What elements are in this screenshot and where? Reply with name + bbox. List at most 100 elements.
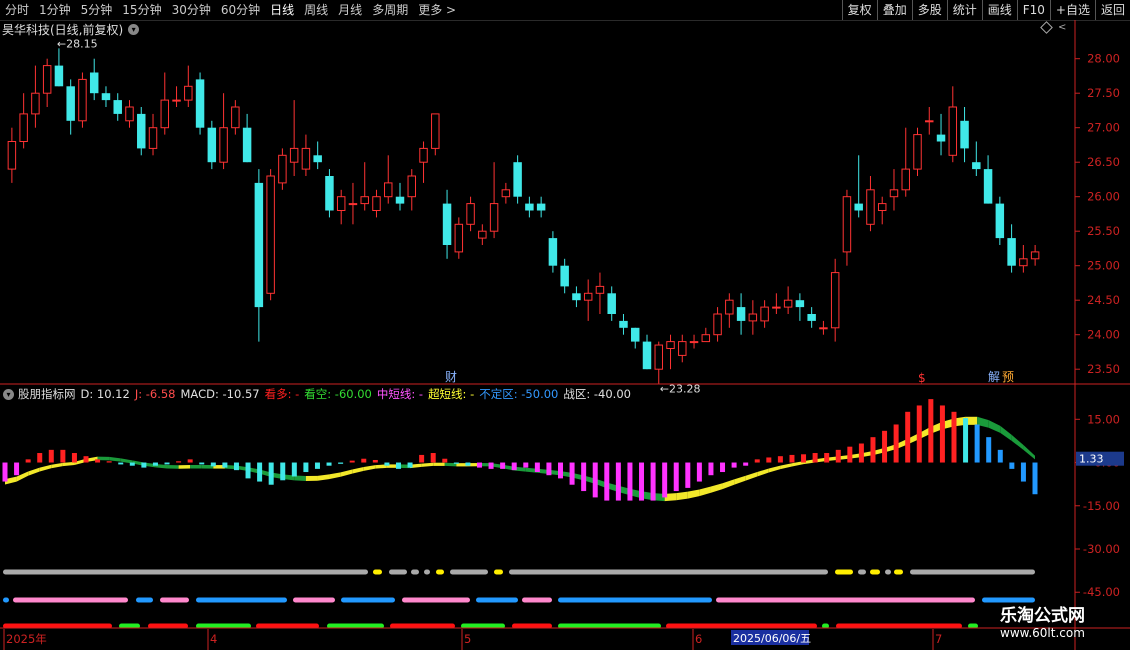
ribbon-segment <box>988 420 1001 433</box>
candle-body <box>125 106 134 122</box>
macd-bar <box>766 457 772 463</box>
indicator-value: 超短线: - <box>428 387 475 401</box>
candle <box>936 113 946 156</box>
macd-bar <box>187 459 193 463</box>
ribbon-segment <box>109 456 121 462</box>
macd-bar <box>696 462 702 482</box>
candle <box>348 182 358 225</box>
macd-bar <box>986 437 992 463</box>
macd-bar <box>523 462 529 468</box>
candle-body <box>760 306 769 322</box>
macd-bar <box>835 449 841 463</box>
candle <box>560 258 569 294</box>
candle-body <box>654 344 663 370</box>
candle <box>830 258 840 342</box>
candle <box>7 127 17 183</box>
candle-body <box>242 127 252 163</box>
gray-signal-band <box>509 569 828 575</box>
price-axis: 28.00 27.50 27.00 26.50 26.00 25.50 25.00 24.50… <box>1075 52 1120 376</box>
candle <box>195 72 205 135</box>
candle-body <box>560 265 569 287</box>
price-tick-label: 24.50 <box>1087 293 1120 307</box>
candle <box>913 127 922 176</box>
candle-body <box>325 176 334 211</box>
candle <box>678 334 687 363</box>
indicator-name: 股朋指标网 <box>18 387 76 401</box>
candle-body <box>254 182 264 308</box>
macd-bar <box>1009 462 1015 469</box>
candle-body <box>231 106 240 129</box>
chevron-down-icon[interactable]: ▾ <box>3 388 14 400</box>
candle <box>66 79 75 135</box>
candle <box>137 107 146 156</box>
candle <box>336 189 346 225</box>
candle <box>242 113 252 163</box>
ribbon-segment <box>757 468 769 477</box>
candle <box>748 300 758 335</box>
indicator-value: 中短线: - <box>376 387 424 401</box>
candle-body <box>384 182 393 198</box>
macd-bar <box>395 462 401 469</box>
macd-bar <box>291 462 297 477</box>
macd-bar <box>37 453 43 463</box>
candle-body <box>819 327 828 330</box>
candle-body <box>678 341 687 356</box>
macd-bar <box>801 454 807 463</box>
candle-body <box>372 196 381 211</box>
candle-body <box>1019 258 1028 267</box>
macd-bar <box>569 462 575 485</box>
ribbon-segment <box>28 467 40 476</box>
macd-bar <box>25 459 31 463</box>
dividend-marker: $ <box>918 371 926 385</box>
indicator-value: MACD: -10.57 <box>180 387 260 401</box>
candle <box>548 231 558 273</box>
candle <box>254 169 264 342</box>
candle-body <box>901 168 910 191</box>
candle-body <box>948 106 958 156</box>
candle <box>489 162 499 239</box>
candle-body <box>783 299 793 308</box>
candle <box>113 93 122 121</box>
candle <box>642 334 652 370</box>
price-chart[interactable]: 28.00 27.50 27.00 26.50 26.00 25.50 25.00 24.50… <box>0 0 1130 650</box>
indicator-values: D: 10.12 J: -6.58 MACD: -10.57 看多: - 看空: -60… <box>81 386 636 402</box>
candle-body <box>172 99 181 102</box>
candle <box>960 107 969 163</box>
candle-body <box>454 223 464 253</box>
candle <box>983 155 993 204</box>
unlock-marker: 解 <box>988 370 1000 384</box>
macd-bar <box>1032 462 1038 495</box>
candle-body <box>313 155 322 163</box>
watermark: 乐淘公式网 www.60lt.com <box>1000 606 1110 640</box>
forecast-marker: 预 <box>1002 370 1014 384</box>
macd-bar <box>847 446 853 463</box>
color-signal-band <box>716 597 975 603</box>
ribbon-segment <box>51 462 63 469</box>
color-signal-band <box>476 597 518 603</box>
ribbon-segment <box>710 483 723 493</box>
macd-bar <box>592 462 598 498</box>
candle <box>325 169 334 218</box>
candle-body <box>160 99 170 129</box>
candle-body <box>877 203 887 212</box>
candle-body <box>548 238 558 266</box>
gray-signal-band <box>424 569 430 575</box>
candle <box>1007 224 1016 273</box>
candle-body <box>525 203 534 211</box>
macd-bar <box>268 462 274 485</box>
cursor-date-label: 2025/06/06/五 <box>733 632 811 645</box>
date-label: 5 <box>464 632 471 646</box>
candle-body <box>1007 238 1016 266</box>
candle <box>866 176 875 232</box>
candle-body <box>642 341 652 370</box>
color-signal-band <box>136 597 153 603</box>
candle-body <box>395 196 405 204</box>
gray-signal-band <box>894 569 903 575</box>
macd-bar <box>997 449 1003 463</box>
candle-body <box>7 141 17 170</box>
macd-bar <box>639 462 645 501</box>
macd-bar <box>488 462 494 469</box>
candle-body <box>78 78 87 122</box>
gray-signal-band <box>870 569 880 575</box>
gray-signal-band <box>389 569 407 575</box>
